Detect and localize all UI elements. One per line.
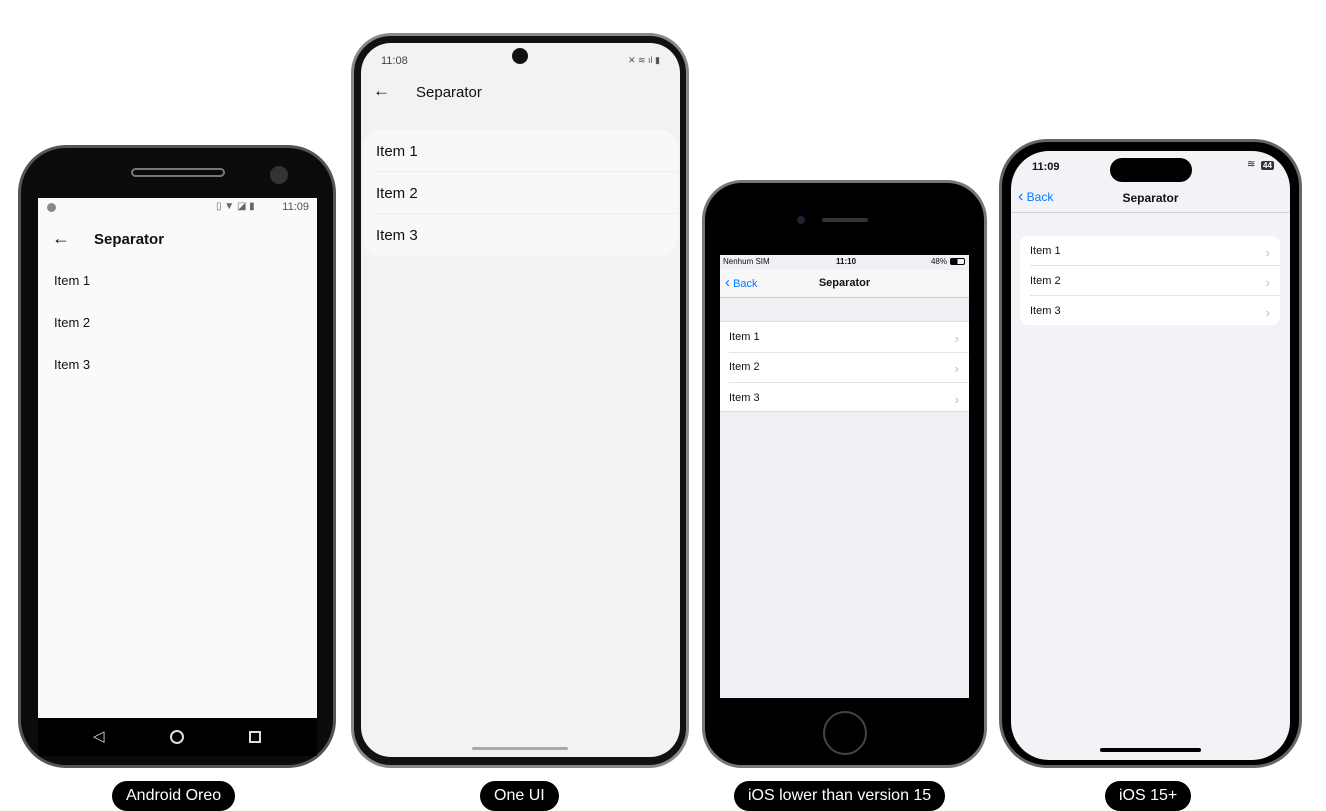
device-label: iOS 15+ xyxy=(1105,781,1192,811)
one-ui-screen: 11:08 ✕ ≋ ıl ▮ ← Separator Item 1 Item 2… xyxy=(361,43,680,757)
list-item[interactable]: Item 1 › xyxy=(1030,245,1280,260)
status-time: 11:09 xyxy=(282,201,309,213)
list-item[interactable]: Item 2 xyxy=(376,185,678,202)
ios15-screen: 11:09 ≋ 44 ‹ Back Separator Item 1 › Item… xyxy=(1011,151,1290,760)
list-item[interactable]: Item 3 › xyxy=(1030,305,1280,320)
list-item[interactable]: Item 3 › xyxy=(729,392,969,407)
page-title: Separator xyxy=(94,231,165,248)
camera xyxy=(797,216,805,224)
list: Item 1 › Item 2 › Item 3 › xyxy=(720,321,969,412)
status-time: 11:10 xyxy=(836,257,857,266)
chevron-right-icon: › xyxy=(954,361,959,376)
separator xyxy=(729,352,969,353)
camera xyxy=(270,166,288,184)
nav-bar: ‹ Back Separator xyxy=(720,270,969,298)
ios-legacy-screen: Nenhum SIM 11:10 48% ‹ Back Separator It… xyxy=(720,255,969,698)
battery-icon xyxy=(950,258,965,265)
list-card: Item 1 › Item 2 › Item 3 › xyxy=(1020,236,1280,325)
status-time: 11:08 xyxy=(381,55,408,67)
separator xyxy=(729,382,969,383)
list-card: Item 1 Item 2 Item 3 xyxy=(363,130,678,256)
nav-recents-icon[interactable] xyxy=(249,731,261,743)
list-item[interactable]: Item 1 › xyxy=(729,331,969,346)
chevron-right-icon: › xyxy=(954,392,959,407)
list-item[interactable]: Item 3 xyxy=(376,227,678,244)
dynamic-island xyxy=(1110,158,1192,182)
back-arrow-icon[interactable]: ← xyxy=(373,81,390,101)
battery-percent: 48% xyxy=(930,257,947,266)
chevron-right-icon: › xyxy=(954,331,959,346)
list-item[interactable]: Item 2 › xyxy=(729,361,969,376)
back-arrow-icon[interactable]: ← xyxy=(52,228,70,249)
device-label: Android Oreo xyxy=(112,781,236,811)
list-item[interactable]: Item 2 › xyxy=(1030,275,1280,290)
nav-bar: ‹ Back Separator xyxy=(1011,185,1290,213)
separator xyxy=(376,171,678,172)
chevron-right-icon: › xyxy=(1265,305,1270,320)
device-label: One UI xyxy=(480,781,559,811)
nav-home-icon[interactable] xyxy=(170,730,184,744)
home-indicator[interactable] xyxy=(1100,748,1201,752)
list-item[interactable]: Item 1 xyxy=(54,273,317,288)
speaker xyxy=(131,168,225,177)
separator xyxy=(1030,265,1280,266)
page-title: Separator xyxy=(1122,191,1179,205)
list-item[interactable]: Item 2 xyxy=(54,315,317,330)
list-item[interactable]: Item 3 xyxy=(54,357,317,372)
separator xyxy=(376,213,678,214)
wifi-icon: ≋ xyxy=(1247,159,1256,170)
battery-level: 44 xyxy=(1261,161,1274,170)
status-icons: ✕ ≋ ıl ▮ xyxy=(627,55,660,65)
page-title: Separator xyxy=(818,277,871,289)
home-button[interactable] xyxy=(823,711,867,755)
carrier: Nenhum SIM xyxy=(723,257,770,266)
separator xyxy=(1030,295,1280,296)
home-indicator[interactable] xyxy=(472,747,568,750)
android-oreo-screen: ▯ ▼ ◪ ▮ 11:09 ← Separator Item 1 Item 2 … xyxy=(38,198,317,718)
device-label: iOS lower than version 15 xyxy=(734,781,946,811)
page-title: Separator xyxy=(416,84,482,101)
nav-back-icon[interactable]: ◁ xyxy=(93,727,105,745)
status-icons: ▯ ▼ ◪ ▮ xyxy=(216,201,255,212)
chevron-right-icon: › xyxy=(1265,245,1270,260)
status-time: 11:09 xyxy=(1032,161,1060,173)
android-nav-bar: ◁ xyxy=(38,718,317,756)
chevron-right-icon: › xyxy=(1265,275,1270,290)
camera-hole xyxy=(512,48,528,64)
notification-dot-icon xyxy=(47,203,56,212)
list-item[interactable]: Item 1 xyxy=(376,143,678,160)
speaker xyxy=(822,218,868,222)
